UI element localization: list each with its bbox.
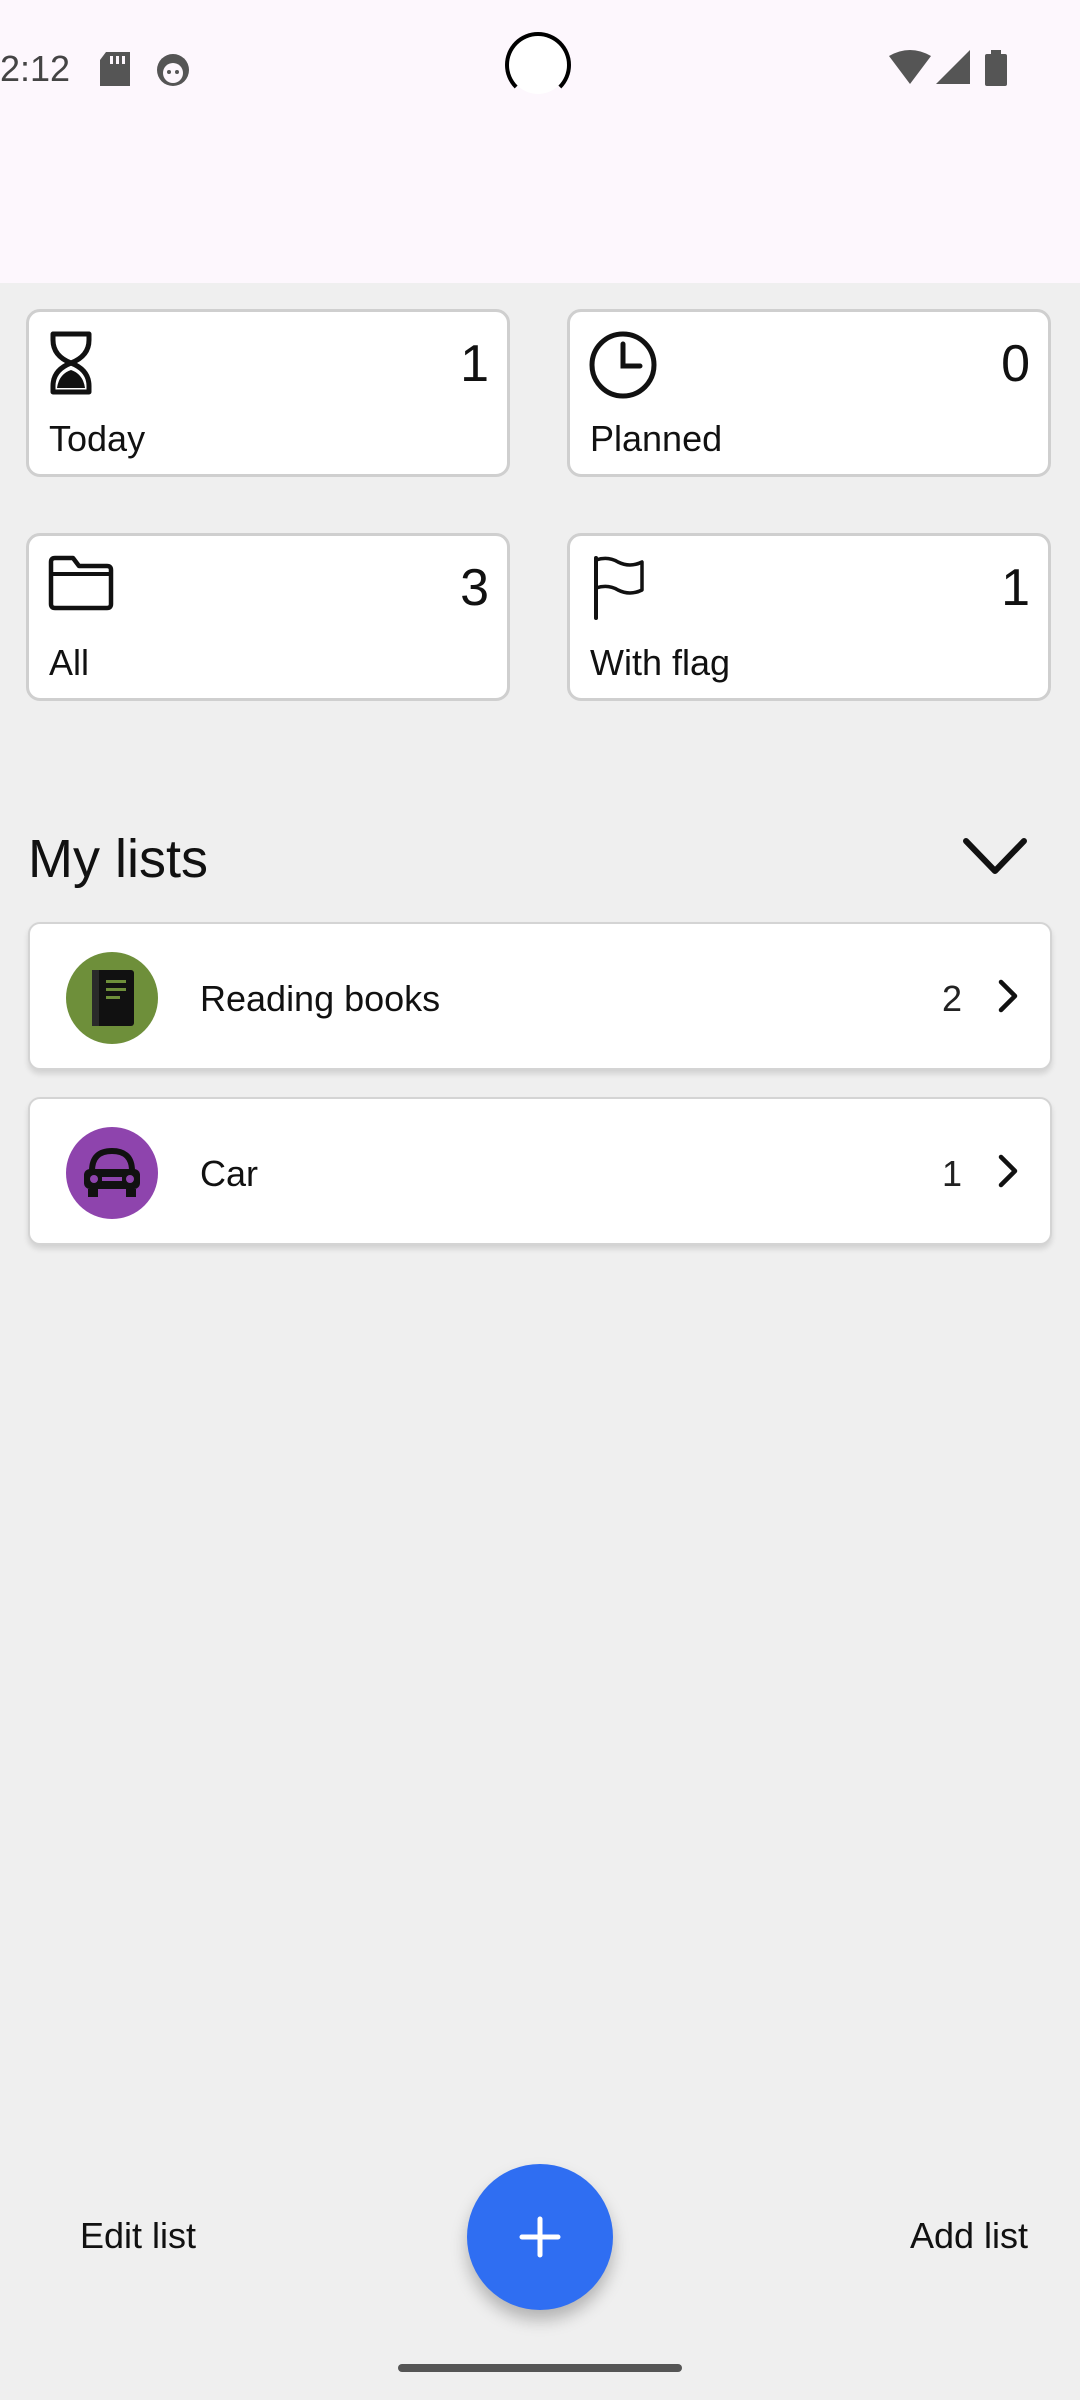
- home-indicator[interactable]: [398, 2364, 682, 2372]
- car-icon: [66, 1127, 158, 1219]
- chevron-right-icon: [996, 1153, 1020, 1194]
- status-bar: 2:12: [0, 0, 1080, 283]
- with-flag-label: With flag: [590, 642, 731, 683]
- card-today[interactable]: 1 Today: [26, 309, 510, 477]
- signal-icon: [936, 50, 970, 89]
- list-count: 1: [941, 1153, 962, 1194]
- list-item-car[interactable]: Car 1: [28, 1097, 1052, 1245]
- add-reminder-fab[interactable]: [467, 2164, 613, 2310]
- card-all[interactable]: 3 All: [26, 533, 510, 701]
- all-count: 3: [460, 559, 489, 617]
- chevron-right-icon: [996, 978, 1020, 1019]
- today-label: Today: [49, 418, 146, 459]
- card-with-flag[interactable]: 1 With flag: [567, 533, 1051, 701]
- status-time: 2:12: [0, 48, 71, 89]
- planned-label: Planned: [590, 418, 723, 459]
- camera-cutout: [505, 32, 571, 98]
- folder-icon: [47, 554, 115, 617]
- battery-icon: [985, 50, 1007, 91]
- my-lists-title: My lists: [28, 829, 208, 889]
- add-list-button[interactable]: Add list: [910, 2215, 1028, 2257]
- list-count: 2: [941, 978, 962, 1019]
- edit-list-button[interactable]: Edit list: [80, 2215, 196, 2257]
- card-planned[interactable]: 0 Planned: [567, 309, 1051, 477]
- book-icon: [66, 952, 158, 1044]
- today-count: 1: [460, 335, 489, 393]
- list-item-reading-books[interactable]: Reading books 2: [28, 922, 1052, 1070]
- face-icon: [155, 52, 191, 93]
- list-name: Car: [200, 1153, 259, 1194]
- all-label: All: [49, 642, 90, 683]
- chevron-down-icon[interactable]: [960, 835, 1030, 884]
- clock-icon: [588, 330, 658, 405]
- sd-card-icon: [100, 52, 130, 91]
- hourglass-icon: [47, 330, 95, 401]
- flag-icon: [588, 554, 646, 625]
- wifi-icon: [889, 50, 931, 89]
- list-name: Reading books: [200, 978, 441, 1019]
- plus-icon: [519, 2216, 561, 2258]
- planned-count: 0: [1001, 335, 1030, 393]
- with-flag-count: 1: [1001, 559, 1030, 617]
